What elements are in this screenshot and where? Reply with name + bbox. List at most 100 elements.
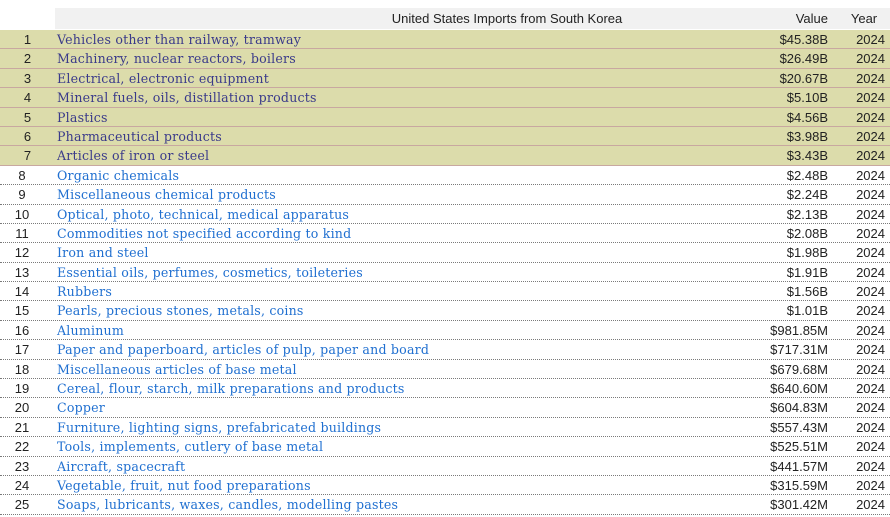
product-category-link[interactable]: Miscellaneous articles of base metal <box>57 362 297 377</box>
table-row: 4 Mineral fuels, oils, distillation produ… <box>0 88 890 108</box>
table-row: 14 Rubbers $1.56B 2024 <box>0 282 890 302</box>
import-value: $2.48B <box>786 167 828 183</box>
table-row: 5 Plastics $4.56B 2024 <box>0 107 890 127</box>
row-rank: 15 <box>14 303 30 319</box>
table-row: 13 Essential oils, perfumes, cosmetics, t… <box>0 262 890 283</box>
row-rank: 7 <box>23 148 32 164</box>
product-category-link[interactable]: Iron and steel <box>57 245 149 260</box>
row-rank: 9 <box>18 187 26 203</box>
row-rank: 3 <box>23 70 32 86</box>
table-row: 24 Vegetable, fruit, nut food preparation… <box>0 475 890 496</box>
product-category-link[interactable]: Organic chemicals <box>57 168 179 183</box>
import-value: $1.01B <box>786 303 828 319</box>
import-year: 2024 <box>856 361 885 377</box>
import-year: 2024 <box>856 400 885 416</box>
year-column-header[interactable]: Year <box>842 11 886 26</box>
import-value: $1.98B <box>786 245 828 261</box>
row-rank: 4 <box>23 90 32 106</box>
import-year: 2024 <box>856 148 885 164</box>
import-value: $1.91B <box>786 264 828 280</box>
product-category-link[interactable]: Vegetable, fruit, nut food preparations <box>57 478 311 493</box>
table-row: 12 Iron and steel $1.98B 2024 <box>0 243 890 263</box>
table-row: 23 Aircraft, spacecraft $441.57M 2024 <box>0 456 890 476</box>
row-rank: 24 <box>14 477 30 493</box>
product-category-link[interactable]: Miscellaneous chemical products <box>57 187 276 202</box>
import-year: 2024 <box>856 167 885 183</box>
import-year: 2024 <box>856 458 885 474</box>
product-category-link[interactable]: Paper and paperboard, articles of pulp, … <box>57 342 429 357</box>
row-rank: 18 <box>14 361 30 377</box>
table-row: 2 Machinery, nuclear reactors, boilers $26… <box>0 49 890 69</box>
import-year: 2024 <box>856 51 885 67</box>
value-column-header[interactable]: Value <box>776 11 828 26</box>
row-rank: 13 <box>14 264 30 280</box>
import-value: $679.68M <box>770 361 828 377</box>
row-rank: 17 <box>14 342 30 358</box>
import-year: 2024 <box>856 187 885 203</box>
table-row: 3 Electrical, electronic equipment $20.67B… <box>0 68 890 89</box>
import-value: $981.85M <box>770 322 828 338</box>
product-category-link[interactable]: Cereal, flour, starch, milk preparations… <box>57 381 405 396</box>
table-row: 6 Pharmaceutical products $3.98B 2024 <box>0 126 890 147</box>
import-value: $3.43B <box>786 148 828 164</box>
table-row: 16 Aluminum $981.85M 2024 <box>0 320 890 341</box>
import-year: 2024 <box>856 245 885 261</box>
import-value: $604.83M <box>770 400 828 416</box>
import-year: 2024 <box>856 206 885 222</box>
row-rank: 21 <box>14 419 30 435</box>
row-rank: 2 <box>23 51 32 67</box>
row-rank: 16 <box>14 322 30 338</box>
product-category-link[interactable]: Optical, photo, technical, medical appar… <box>57 207 349 222</box>
table-row: 11 Commodities not specified according to… <box>0 223 890 244</box>
row-rank: 11 <box>15 225 29 241</box>
product-category-link[interactable]: Plastics <box>57 110 108 125</box>
product-category-link[interactable]: Tools, implements, cutlery of base metal <box>57 439 323 454</box>
import-year: 2024 <box>856 439 885 455</box>
import-value: $2.13B <box>786 206 828 222</box>
product-category-link[interactable]: Aircraft, spacecraft <box>57 459 185 474</box>
table-title: United States Imports from South Korea <box>391 11 623 26</box>
row-rank: 1 <box>23 32 32 47</box>
product-category-link[interactable]: Vehicles other than railway, tramway <box>57 32 301 47</box>
row-rank: 25 <box>14 497 30 513</box>
table-row: 21 Furniture, lighting signs, prefabricat… <box>0 417 890 438</box>
product-category-link[interactable]: Articles of iron or steel <box>57 148 209 163</box>
import-year: 2024 <box>856 419 885 435</box>
product-category-link[interactable]: Electrical, electronic equipment <box>57 71 269 86</box>
import-value: $20.67B <box>779 70 828 86</box>
table-row: 19 Cereal, flour, starch, milk preparatio… <box>0 379 890 399</box>
import-year: 2024 <box>856 303 885 319</box>
row-rank: 6 <box>23 128 32 144</box>
product-category-link[interactable]: Aluminum <box>57 323 124 338</box>
product-category-link[interactable]: Mineral fuels, oils, distillation produc… <box>57 90 317 105</box>
import-value: $301.42M <box>770 497 828 513</box>
row-rank: 12 <box>14 245 30 261</box>
table-row: 7 Articles of iron or steel $3.43B 2024 <box>0 146 890 166</box>
import-value: $4.56B <box>786 109 828 125</box>
table-header: United States Imports from South Korea V… <box>0 8 890 29</box>
import-year: 2024 <box>856 264 885 280</box>
import-year: 2024 <box>856 477 885 493</box>
product-category-link[interactable]: Furniture, lighting signs, prefabricated… <box>57 420 381 435</box>
import-value: $3.98B <box>786 128 828 144</box>
table-row: 9 Miscellaneous chemical products $2.24B 20… <box>0 185 890 205</box>
import-value: $26.49B <box>779 51 828 67</box>
row-rank: 22 <box>14 439 30 455</box>
product-category-link[interactable]: Copper <box>57 400 105 415</box>
product-category-link[interactable]: Pearls, precious stones, metals, coins <box>57 303 304 318</box>
product-category-link[interactable]: Machinery, nuclear reactors, boilers <box>57 51 296 66</box>
table-row: 25 Soaps, lubricants, waxes, candles, mod… <box>0 495 890 515</box>
import-year: 2024 <box>856 32 885 47</box>
product-category-link[interactable]: Pharmaceutical products <box>57 129 222 144</box>
import-value: $315.59M <box>770 477 828 493</box>
table-row: 8 Organic chemicals $2.48B 2024 <box>0 165 890 186</box>
product-category-link[interactable]: Soaps, lubricants, waxes, candles, model… <box>57 497 398 512</box>
table-row: 1 Vehicles other than railway, tramway $45… <box>0 30 890 50</box>
table-row: 20 Copper $604.83M 2024 <box>0 398 890 418</box>
row-rank: 10 <box>14 206 30 222</box>
import-year: 2024 <box>856 284 885 300</box>
row-rank: 23 <box>14 458 30 474</box>
product-category-link[interactable]: Commodities not specified according to k… <box>57 226 351 241</box>
product-category-link[interactable]: Essential oils, perfumes, cosmetics, toi… <box>57 265 363 280</box>
product-category-link[interactable]: Rubbers <box>57 284 112 299</box>
